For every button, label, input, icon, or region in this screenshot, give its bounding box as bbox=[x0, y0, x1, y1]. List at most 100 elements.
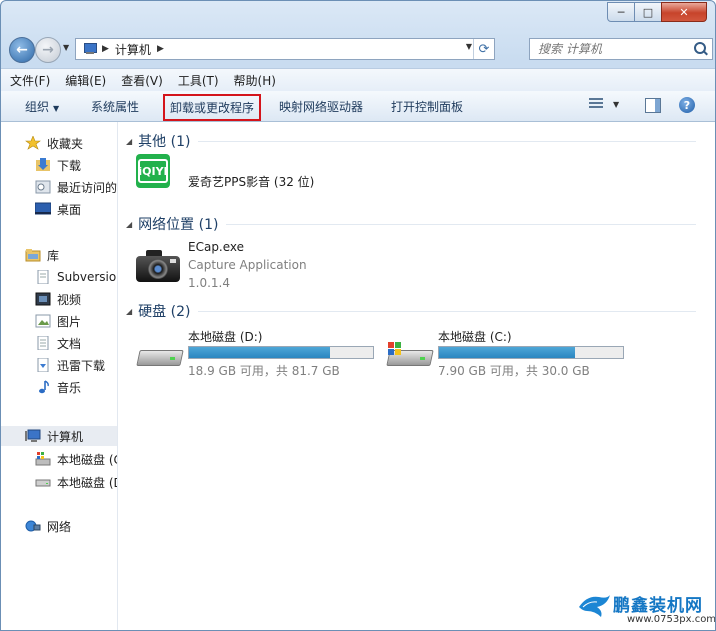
star-icon bbox=[25, 135, 41, 150]
view-options-chevron-down-icon[interactable]: ▼ bbox=[613, 100, 619, 109]
uninstall-program-button[interactable]: 卸载或更改程序 bbox=[163, 94, 262, 121]
group-header-hard-disks[interactable]: ◢ 硬盘 (2) bbox=[126, 301, 696, 321]
menu-help[interactable]: 帮助(H) bbox=[228, 72, 282, 89]
sidebar-item-network[interactable]: 网络 bbox=[1, 516, 71, 536]
collapse-triangle-icon[interactable]: ◢ bbox=[126, 307, 132, 316]
camera-icon[interactable] bbox=[136, 248, 180, 282]
search-input[interactable] bbox=[536, 41, 690, 57]
sidebar-item-xunlei[interactable]: 迅雷下载 bbox=[1, 355, 105, 375]
disk-c-name[interactable]: 本地磁盘 (C:) bbox=[438, 328, 512, 345]
recent-pages-chevron-down-icon[interactable]: ▼ bbox=[63, 43, 69, 52]
sidebar-label: 下载 bbox=[57, 158, 82, 173]
sidebar-label: 图片 bbox=[57, 314, 82, 329]
sidebar-item-desktop[interactable]: 桌面 bbox=[1, 199, 81, 219]
picture-icon bbox=[35, 314, 51, 328]
sidebar-label: 迅雷下载 bbox=[57, 358, 106, 373]
sidebar-item-subversion[interactable]: Subversion bbox=[1, 267, 117, 287]
recent-places-icon bbox=[35, 180, 51, 194]
sidebar-item-computer[interactable]: 计算机 bbox=[1, 426, 117, 446]
navigation-bar: ← → ▼ ▶ 计算机 ▶ ▼ ⟳ bbox=[7, 35, 713, 63]
sidebar-item-disk-d[interactable]: 本地磁盘 (D bbox=[1, 472, 118, 492]
organize-button[interactable]: 组织 ▼ bbox=[25, 98, 59, 115]
menu-file[interactable]: 文件(F) bbox=[4, 72, 56, 89]
sidebar-item-pictures[interactable]: 图片 bbox=[1, 311, 81, 331]
system-drive-icon[interactable] bbox=[386, 342, 434, 368]
computer-icon bbox=[82, 43, 97, 55]
close-button[interactable]: ✕ bbox=[661, 2, 707, 22]
document-icon bbox=[35, 335, 51, 351]
refresh-icon[interactable]: ⟳ bbox=[473, 39, 494, 59]
video-icon bbox=[35, 292, 51, 306]
music-note-icon bbox=[35, 380, 51, 394]
library-folder-icon bbox=[25, 248, 41, 262]
disk-c-space: 7.90 GB 可用，共 30.0 GB bbox=[438, 364, 590, 378]
menu-tools[interactable]: 工具(T) bbox=[172, 72, 225, 89]
chevron-down-icon: ▼ bbox=[53, 104, 60, 113]
disk-c-usage-bar bbox=[438, 346, 624, 359]
group-header-network-location[interactable]: ◢ 网络位置 (1) bbox=[126, 214, 696, 234]
group-divider bbox=[226, 223, 696, 225]
sidebar-label: 本地磁盘 (C bbox=[57, 452, 118, 467]
sidebar-label: 文档 bbox=[57, 336, 82, 351]
sidebar-item-downloads[interactable]: 下载 bbox=[1, 155, 81, 175]
sidebar-item-documents[interactable]: 文档 bbox=[1, 333, 81, 353]
desktop-icon bbox=[34, 202, 52, 216]
search-icon[interactable] bbox=[694, 42, 706, 54]
menu-view[interactable]: 查看(V) bbox=[115, 72, 169, 89]
network-icon bbox=[25, 519, 41, 533]
address-history-chevron-down-icon[interactable]: ▼ bbox=[466, 42, 472, 51]
organize-label: 组织 bbox=[25, 100, 50, 114]
group-divider bbox=[198, 140, 696, 142]
command-bar: 组织 ▼ 系统属性 卸载或更改程序 映射网络驱动器 打开控制面板 ▼ ? bbox=[1, 91, 715, 122]
change-view-icon[interactable] bbox=[589, 98, 603, 112]
disk-d-name[interactable]: 本地磁盘 (D:) bbox=[188, 328, 262, 345]
explorer-window: ─ □ ✕ ← → ▼ ▶ 计算机 ▶ ▼ ⟳ 文件(F) 编辑(E) 查看(V… bbox=[0, 0, 716, 631]
help-icon[interactable]: ? bbox=[679, 97, 695, 113]
menu-edit[interactable]: 编辑(E) bbox=[59, 72, 112, 89]
disk-d-space: 18.9 GB 可用，共 81.7 GB bbox=[188, 364, 340, 378]
sidebar-label: 最近访问的 bbox=[57, 180, 118, 195]
ecap-name[interactable]: ECap.exe bbox=[188, 240, 244, 254]
address-bar[interactable]: ▶ 计算机 ▶ ▼ ⟳ bbox=[75, 38, 495, 60]
breadcrumb-separator-icon[interactable]: ▶ bbox=[102, 44, 109, 54]
sidebar-item-disk-c[interactable]: 本地磁盘 (C bbox=[1, 449, 118, 469]
iqiyi-logo: iQIYI bbox=[138, 159, 168, 183]
ecap-description: Capture Application bbox=[188, 258, 307, 272]
sidebar-item-favorites[interactable]: 收藏夹 bbox=[1, 133, 83, 153]
sidebar-item-libraries[interactable]: 库 bbox=[1, 245, 59, 265]
navigation-pane: 收藏夹 下载 最近访问的 桌面 库 Subversion 视频 图片 文档 迅雷… bbox=[1, 122, 118, 630]
breadcrumb-separator-icon[interactable]: ▶ bbox=[157, 44, 164, 54]
site-watermark: 鹏鑫装机网 www.0753px.com bbox=[577, 589, 715, 629]
open-control-panel-button[interactable]: 打开控制面板 bbox=[391, 98, 463, 115]
sidebar-label: 网络 bbox=[47, 519, 72, 534]
sidebar-item-music[interactable]: 音乐 bbox=[1, 377, 81, 397]
iqiyi-app-icon[interactable]: iQIYI bbox=[136, 154, 170, 188]
map-network-drive-button[interactable]: 映射网络驱动器 bbox=[279, 98, 363, 115]
ecap-version: 1.0.1.4 bbox=[188, 276, 230, 290]
preview-pane-icon[interactable] bbox=[645, 98, 661, 113]
downloads-folder-icon bbox=[35, 158, 51, 172]
collapse-triangle-icon[interactable]: ◢ bbox=[126, 220, 132, 229]
group-title: 网络位置 (1) bbox=[138, 217, 219, 233]
document-icon bbox=[35, 269, 51, 285]
system-properties-button[interactable]: 系统属性 bbox=[91, 98, 139, 115]
sidebar-label: 视频 bbox=[57, 292, 82, 307]
collapse-triangle-icon[interactable]: ◢ bbox=[126, 137, 132, 146]
system-drive-icon bbox=[35, 452, 51, 466]
download-folder-icon bbox=[35, 357, 51, 373]
hard-drive-icon[interactable] bbox=[136, 342, 184, 368]
maximize-button[interactable]: □ bbox=[634, 2, 662, 22]
group-title: 其他 (1) bbox=[138, 134, 191, 150]
minimize-button[interactable]: ─ bbox=[607, 2, 635, 22]
sidebar-item-recent[interactable]: 最近访问的 bbox=[1, 177, 117, 197]
group-header-other[interactable]: ◢ 其他 (1) bbox=[126, 131, 696, 151]
menu-bar: 文件(F) 编辑(E) 查看(V) 工具(T) 帮助(H) bbox=[1, 68, 715, 92]
sidebar-label: 本地磁盘 (D bbox=[57, 475, 118, 490]
breadcrumb-computer[interactable]: 计算机 bbox=[115, 41, 151, 58]
search-box[interactable] bbox=[529, 38, 713, 60]
forward-button[interactable]: → bbox=[35, 37, 61, 63]
back-button[interactable]: ← bbox=[9, 37, 35, 63]
iqiyi-app-label[interactable]: 爱奇艺PPS影音 (32 位) bbox=[188, 173, 314, 190]
computer-icon bbox=[25, 429, 41, 443]
sidebar-item-videos[interactable]: 视频 bbox=[1, 289, 81, 309]
